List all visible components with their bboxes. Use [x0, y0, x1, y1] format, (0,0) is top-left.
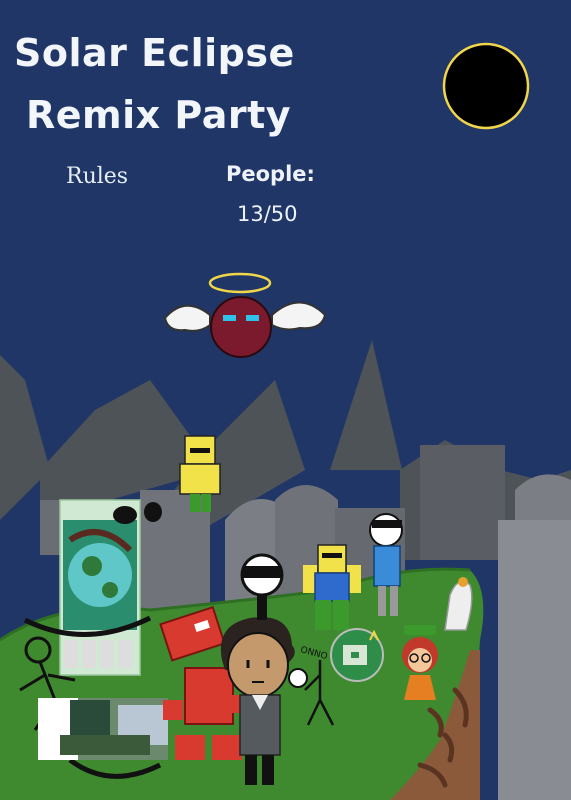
- angel-ball-character: [163, 272, 327, 358]
- party-canvas: ONNO Solar Eclipse Remix Party Rules Peo…: [0, 0, 571, 800]
- solar-eclipse-icon: [442, 42, 530, 130]
- title-line-2: Remix Party: [26, 93, 292, 137]
- page-title: Solar Eclipse Remix Party: [14, 22, 334, 146]
- title-line-1: Solar Eclipse: [14, 31, 295, 75]
- rules-link[interactable]: Rules: [66, 164, 128, 189]
- people-label: People:: [226, 162, 315, 186]
- people-count: 13/50: [237, 202, 298, 226]
- phone-screenshot-image: [59, 499, 141, 676]
- landscape-photo-image: [38, 698, 168, 760]
- green-badge-character: [330, 628, 384, 682]
